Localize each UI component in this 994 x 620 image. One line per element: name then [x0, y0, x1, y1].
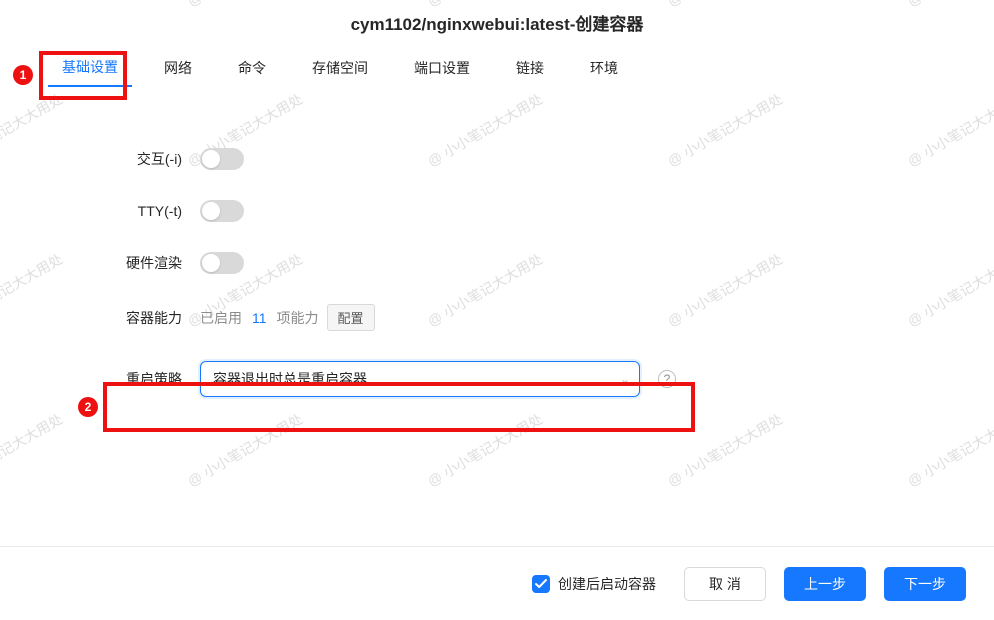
capabilities-configure-button[interactable]: 配置	[327, 304, 375, 331]
tab-links[interactable]: 链接	[502, 50, 558, 86]
tab-basic-settings[interactable]: 基础设置	[48, 49, 132, 87]
tab-network[interactable]: 网络	[150, 50, 206, 86]
start-after-create-checkbox[interactable]	[532, 575, 550, 593]
capabilities-label: 容器能力	[0, 308, 200, 328]
tty-toggle[interactable]	[200, 200, 244, 222]
annotation-badge-2: 2	[78, 397, 98, 417]
interactive-toggle[interactable]	[200, 148, 244, 170]
capabilities-count: 11	[252, 310, 267, 326]
check-icon	[535, 579, 547, 589]
interactive-label: 交互(-i)	[0, 149, 200, 169]
start-after-create-label: 创建后启动容器	[558, 574, 656, 594]
next-button[interactable]: 下一步	[884, 567, 966, 601]
tabs-bar: 基础设置 网络 命令 存储空间 端口设置 链接 环境	[0, 49, 994, 88]
cancel-button[interactable]: 取 消	[684, 567, 766, 601]
restart-policy-label: 重启策略	[0, 369, 200, 389]
hw-render-label: 硬件渲染	[0, 253, 200, 273]
help-icon[interactable]: ?	[658, 370, 676, 388]
capabilities-enabled-suffix: 项能力	[277, 308, 319, 328]
tab-storage[interactable]: 存储空间	[298, 50, 382, 86]
restart-policy-value: 容器退出时总是重启容器	[213, 369, 367, 389]
footer-bar: 创建后启动容器 取 消 上一步 下一步	[0, 546, 994, 620]
tty-label: TTY(-t)	[0, 203, 200, 219]
tab-ports[interactable]: 端口设置	[400, 50, 484, 86]
tab-command[interactable]: 命令	[224, 50, 280, 86]
annotation-badge-1: 1	[13, 65, 33, 85]
prev-button[interactable]: 上一步	[784, 567, 866, 601]
hw-render-toggle[interactable]	[200, 252, 244, 274]
tab-environment[interactable]: 环境	[576, 50, 632, 86]
page-title: cym1102/nginxwebui:latest-创建容器	[0, 0, 994, 49]
capabilities-enabled-prefix: 已启用	[200, 308, 242, 328]
restart-policy-select[interactable]: 容器退出时总是重启容器	[200, 361, 640, 397]
